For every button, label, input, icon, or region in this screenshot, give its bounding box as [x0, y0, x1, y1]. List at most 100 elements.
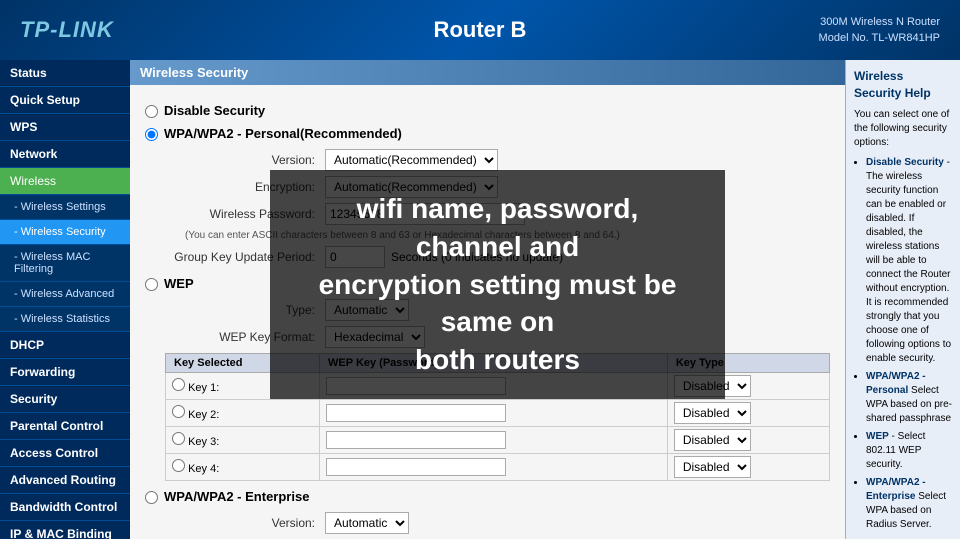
model-info: 300M Wireless N Router Model No. TL-WR84…	[819, 14, 940, 47]
wep-key-radio-1[interactable]	[172, 378, 185, 391]
encryption-select[interactable]: Automatic(Recommended)	[325, 176, 498, 198]
enterprise-row: WPA/WPA2 - Enterprise	[145, 489, 830, 504]
enterprise-form: Version: Automatic Encryption: Automatic	[165, 512, 830, 539]
wep-key-table: Key Selected WEP Key (Password) Key Type…	[165, 353, 830, 481]
list-item: WEP - Select 802.11 WEP security.	[866, 430, 952, 472]
table-row: Key 3: Disabled	[166, 427, 830, 454]
wep-key-type-cell: Disabled	[667, 400, 829, 427]
page-title: Router B	[434, 17, 527, 43]
sidebar-item-security[interactable]: Security	[0, 386, 130, 413]
key-type-header: Key Type	[667, 354, 829, 373]
key-id-cell: Key 2:	[166, 400, 320, 427]
sidebar-item-wireless-advanced[interactable]: - Wireless Advanced	[0, 282, 130, 307]
help-title: Wireless Security Help	[854, 68, 952, 102]
wep-type-select[interactable]: Automatic	[325, 299, 409, 321]
sidebar-item-wps[interactable]: WPS	[0, 114, 130, 141]
disable-security-row: Disable Security	[145, 103, 830, 118]
wep-key-input-2[interactable]	[326, 404, 506, 422]
sidebar-item-parental-control[interactable]: Parental Control	[0, 413, 130, 440]
ent-version-control: Automatic	[325, 512, 409, 534]
wep-type-row: Type: Automatic	[165, 299, 830, 321]
enterprise-label: WPA/WPA2 - Enterprise	[164, 489, 309, 504]
wpa-personal-row: WPA/WPA2 - Personal(Recommended)	[145, 126, 830, 141]
sidebar-item-network[interactable]: Network	[0, 141, 130, 168]
group-key-label: Group Key Update Period:	[165, 250, 325, 264]
wpa-personal-radio[interactable]	[145, 128, 158, 141]
sidebar-item-advanced-routing[interactable]: Advanced Routing	[0, 467, 130, 494]
wep-type-control: Automatic	[325, 299, 409, 321]
key-id-cell: Key 4:	[166, 454, 320, 481]
sidebar-item-dhcp[interactable]: DHCP	[0, 332, 130, 359]
content-area: Disable Security WPA/WPA2 - Personal(Rec…	[130, 85, 845, 539]
list-item: WPA/WPA2 - Personal Select WPA based on …	[866, 370, 952, 426]
model-line2: Model No. TL-WR841HP	[819, 30, 940, 47]
sidebar-item-wireless-security[interactable]: - Wireless Security	[0, 220, 130, 245]
enterprise-radio[interactable]	[145, 491, 158, 504]
encryption-control: Automatic(Recommended)	[325, 176, 498, 198]
sidebar-item-forwarding[interactable]: Forwarding	[0, 359, 130, 386]
help-panel: Wireless Security Help You can select on…	[845, 60, 960, 539]
sidebar-item-ip-mac[interactable]: IP & MAC Binding	[0, 521, 130, 539]
wep-label: WEP	[164, 276, 194, 291]
password-hint: (You can enter ASCII characters between …	[185, 230, 830, 241]
password-row: Wireless Password:	[165, 203, 830, 225]
wep-key-type-cell: Disabled	[667, 373, 829, 400]
wep-format-row: WEP Key Format: Hexadecimal	[165, 326, 830, 348]
logo: TP-LINK	[20, 17, 114, 43]
wep-radio[interactable]	[145, 278, 158, 291]
wep-key-input-1[interactable]	[326, 377, 506, 395]
ent-version-row: Version: Automatic	[165, 512, 830, 534]
group-key-row: Group Key Update Period: Seconds (0 indi…	[165, 246, 830, 268]
section-title: Wireless Security	[130, 60, 845, 85]
wep-key-type-select-4[interactable]: Disabled	[674, 456, 751, 478]
sidebar-item-wireless-stats[interactable]: - Wireless Statistics	[0, 307, 130, 332]
wpa-personal-label: WPA/WPA2 - Personal(Recommended)	[164, 126, 402, 141]
sidebar-item-quick-setup[interactable]: Quick Setup	[0, 87, 130, 114]
wep-type-label: Type:	[165, 303, 325, 317]
logo-text: TP-LINK	[20, 17, 114, 42]
version-label: Version:	[165, 153, 325, 167]
password-label: Wireless Password:	[165, 207, 325, 221]
key-selected-header: Key Selected	[166, 354, 320, 373]
table-row: Key 2: Disabled	[166, 400, 830, 427]
sidebar-item-access-control[interactable]: Access Control	[0, 440, 130, 467]
sidebar-item-wireless-settings[interactable]: - Wireless Settings	[0, 195, 130, 220]
wep-key-type-select-3[interactable]: Disabled	[674, 429, 751, 451]
encryption-label: Encryption:	[165, 180, 325, 194]
wep-key-radio-2[interactable]	[172, 405, 185, 418]
list-item: WPA/WPA2 - Enterprise Select WPA based o…	[866, 476, 952, 532]
wep-key-radio-3[interactable]	[172, 432, 185, 445]
wep-format-label: WEP Key Format:	[165, 330, 325, 344]
ent-version-select[interactable]: Automatic	[325, 512, 409, 534]
key-id-cell: Key 1:	[166, 373, 320, 400]
wep-key-type-select-2[interactable]: Disabled	[674, 402, 751, 424]
group-key-control: Seconds (0 indicates no update)	[325, 246, 563, 268]
wep-key-value-cell	[320, 400, 668, 427]
sidebar: StatusQuick SetupWPSNetworkWireless- Wir…	[0, 60, 130, 539]
wep-key-input-4[interactable]	[326, 458, 506, 476]
wep-key-radio-4[interactable]	[172, 459, 185, 472]
disable-security-radio[interactable]	[145, 105, 158, 118]
main-content: Wireless Security Disable Security WPA/W…	[130, 60, 845, 539]
version-control: Automatic(Recommended)	[325, 149, 498, 171]
wep-format-select[interactable]: Hexadecimal	[325, 326, 425, 348]
model-line1: 300M Wireless N Router	[819, 14, 940, 31]
sidebar-item-wireless-mac[interactable]: - Wireless MAC Filtering	[0, 245, 130, 282]
wep-key-type-select-1[interactable]: Disabled	[674, 375, 751, 397]
table-row: Key 4: Disabled	[166, 454, 830, 481]
wep-key-header: WEP Key (Password)	[320, 354, 668, 373]
wep-format-control: Hexadecimal	[325, 326, 425, 348]
sidebar-item-bandwidth-control[interactable]: Bandwidth Control	[0, 494, 130, 521]
wep-key-value-cell	[320, 454, 668, 481]
wep-key-value-cell	[320, 427, 668, 454]
wep-form: Type: Automatic WEP Key Format: Hexadeci…	[165, 299, 830, 481]
version-select[interactable]: Automatic(Recommended)	[325, 149, 498, 171]
sidebar-item-status[interactable]: Status	[0, 60, 130, 87]
disable-security-label: Disable Security	[164, 103, 265, 118]
wep-key-input-3[interactable]	[326, 431, 506, 449]
wpa-personal-form: Version: Automatic(Recommended) Encrypti…	[165, 149, 830, 268]
password-input[interactable]	[325, 203, 525, 225]
group-key-input[interactable]	[325, 246, 385, 268]
key-id-cell: Key 3:	[166, 427, 320, 454]
sidebar-item-wireless[interactable]: Wireless	[0, 168, 130, 195]
